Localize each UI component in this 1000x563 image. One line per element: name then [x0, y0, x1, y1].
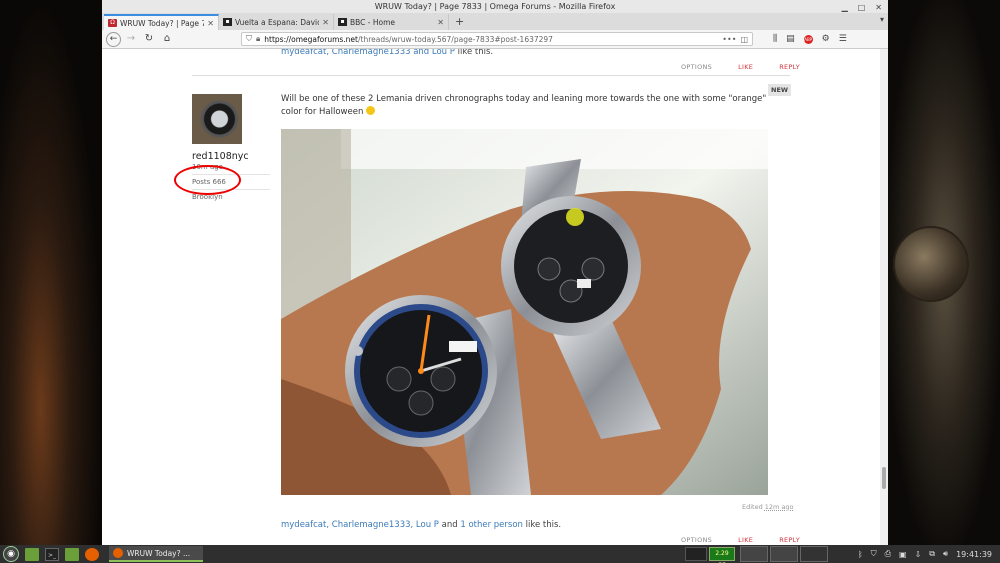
- url-bar[interactable]: ⛉ 🔒︎ https://omegaforums.net/threads/wru…: [241, 32, 753, 46]
- shield-icon[interactable]: ⛉: [246, 34, 252, 44]
- other-likers-link[interactable]: 1 other person: [460, 520, 523, 530]
- scrollbar-thumb[interactable]: [882, 467, 886, 489]
- watch-photo: [281, 129, 768, 495]
- navigation-toolbar: ← → ↻ ⌂ ⛉ 🔒︎ https://omegaforums.net/thr…: [102, 30, 888, 49]
- files-icon[interactable]: [65, 547, 79, 561]
- memory-monitor[interactable]: 2.29 GB: [709, 547, 735, 563]
- omega-favicon-icon: Ω: [108, 19, 117, 27]
- firefox-launcher-icon[interactable]: [85, 547, 99, 561]
- back-icon[interactable]: ←: [106, 31, 121, 47]
- shield-tray-icon[interactable]: ⛉: [871, 549, 877, 559]
- library-icon[interactable]: ⫼: [773, 34, 777, 44]
- wallpaper-object: [893, 226, 969, 302]
- post-actions: OPTIONS LIKE REPLY: [655, 536, 800, 544]
- tab-vuelta[interactable]: ▪ Vuelta a Espana: David Ga ✕: [219, 14, 334, 30]
- like-button[interactable]: LIKE: [738, 536, 753, 544]
- show-desktop-icon[interactable]: [25, 547, 39, 561]
- tab-label: Vuelta a Espana: David Ga: [235, 17, 319, 27]
- window-titlebar: WRUW Today? | Page 7833 | Omega Forums -…: [102, 0, 888, 13]
- username[interactable]: red1108nyc: [192, 151, 249, 162]
- sidebar-icon[interactable]: ▤: [786, 34, 795, 44]
- options-button[interactable]: OPTIONS: [681, 536, 712, 544]
- bluetooth-icon[interactable]: ᛒ: [858, 550, 863, 559]
- likes-summary: mydeafcat, Charlemagne1333, Lou P and 1 …: [281, 520, 562, 530]
- network-icon[interactable]: ⧉: [929, 549, 935, 559]
- menu-icon[interactable]: ☰: [839, 34, 847, 44]
- firefox-window: WRUW Today? | Page 7833 | Omega Forums -…: [102, 0, 888, 545]
- clock[interactable]: 19:41:39: [956, 550, 992, 559]
- menu-start-icon[interactable]: ◉: [3, 546, 19, 562]
- tab-bar: Ω WRUW Today? | Page 7833 ✕ ▪ Vuelta a E…: [102, 13, 888, 30]
- post-text: Will be one of these 2 Lemania driven ch…: [281, 94, 767, 117]
- edited-note: Edited 12m ago: [742, 503, 794, 511]
- new-tab-icon[interactable]: +: [449, 14, 470, 30]
- home-icon[interactable]: ⌂: [159, 31, 175, 47]
- like-button[interactable]: LIKE: [738, 63, 753, 71]
- taskbar: ◉ >_ WRUW Today? ... 2.29 GB ᛒ ⛉ ⎙ ▣ ⇩ ⧉…: [0, 545, 1000, 563]
- reply-button[interactable]: REPLY: [779, 63, 800, 71]
- likers-link[interactable]: mydeafcat, Charlemagne1333, Lou P: [281, 520, 439, 530]
- window-title: WRUW Today? | Page 7833 | Omega Forums -…: [374, 2, 616, 11]
- lock-icon[interactable]: 🔒︎: [256, 34, 260, 44]
- firefox-icon: [113, 548, 123, 558]
- likers-link[interactable]: mydeafcat, Charlemagne1333 and Lou P: [281, 49, 455, 57]
- clipboard-icon[interactable]: ▣: [899, 550, 907, 559]
- tab-close-icon[interactable]: ✕: [207, 19, 214, 28]
- tab-label: BBC - Home: [350, 17, 396, 27]
- volume-icon[interactable]: 🔊︎: [943, 549, 948, 559]
- options-button[interactable]: OPTIONS: [681, 63, 712, 71]
- desktop-wallpaper-right: [888, 0, 1000, 545]
- avatar[interactable]: [192, 94, 242, 144]
- post-divider: [192, 75, 790, 76]
- more-icon[interactable]: •••: [722, 35, 736, 44]
- tab-close-icon[interactable]: ✕: [322, 18, 329, 27]
- workspace-2[interactable]: [770, 546, 798, 562]
- smile-emoji-icon: [366, 106, 376, 115]
- scrollbar[interactable]: [880, 49, 888, 545]
- printer-icon[interactable]: ⎙: [885, 549, 891, 559]
- reply-button[interactable]: REPLY: [779, 536, 800, 544]
- url-text[interactable]: https://omegaforums.net/threads/wruw-tod…: [264, 35, 718, 44]
- desktop-wallpaper-left: [0, 0, 102, 545]
- workspace-1[interactable]: [740, 546, 768, 562]
- likes-summary-previous: mydeafcat, Charlemagne1333 and Lou P lik…: [281, 49, 494, 57]
- taskbar-window-firefox[interactable]: WRUW Today? ...: [109, 546, 203, 562]
- tab-omega-forums[interactable]: Ω WRUW Today? | Page 7833 ✕: [104, 14, 219, 30]
- bbc-favicon-icon: ▪: [338, 18, 347, 26]
- list-tabs-icon[interactable]: ▾: [880, 15, 884, 24]
- reload-icon[interactable]: ↻: [141, 31, 157, 47]
- post-image[interactable]: [281, 129, 768, 495]
- forward-icon[interactable]: →: [123, 31, 139, 47]
- terminal-icon[interactable]: >_: [45, 547, 59, 561]
- red-circle-annotation: [174, 165, 241, 195]
- workspace-3[interactable]: [800, 546, 828, 562]
- post-actions-previous: OPTIONS LIKE REPLY: [655, 63, 800, 71]
- extension-icon[interactable]: ABP: [803, 34, 813, 44]
- cpu-monitor[interactable]: [685, 547, 707, 561]
- task-label: WRUW Today? ...: [127, 548, 191, 558]
- tab-label: WRUW Today? | Page 7833: [120, 18, 204, 28]
- settings-icon[interactable]: ⚙: [822, 34, 830, 44]
- post-message: Will be one of these 2 Lemania driven ch…: [281, 93, 781, 119]
- tab-bbc-home[interactable]: ▪ BBC - Home ✕: [334, 14, 449, 30]
- pocket-icon[interactable]: ◫: [740, 35, 748, 44]
- update-icon[interactable]: ⇩: [915, 550, 922, 559]
- page-content: mydeafcat, Charlemagne1333 and Lou P lik…: [102, 49, 888, 545]
- tab-close-icon[interactable]: ✕: [437, 18, 444, 27]
- bbc-favicon-icon: ▪: [223, 18, 232, 26]
